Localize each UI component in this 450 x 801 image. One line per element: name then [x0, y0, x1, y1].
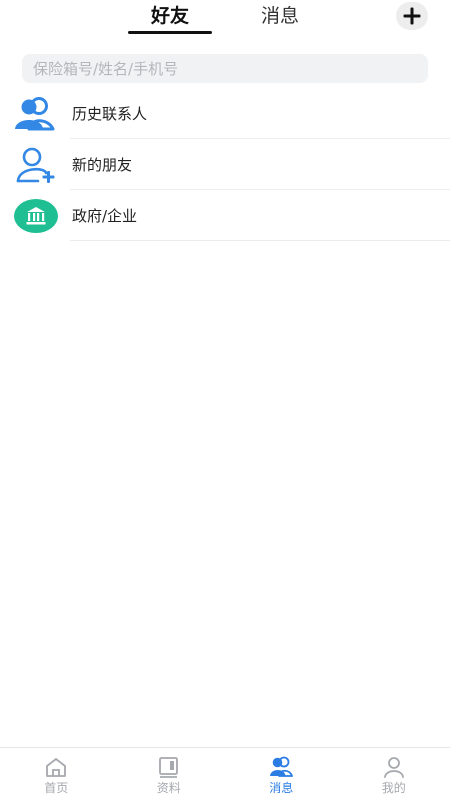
add-friend-icon — [14, 147, 58, 183]
nav-item-profile[interactable]: 我的 — [338, 748, 450, 801]
top-tab-bar: 好友 消息 — [0, 0, 450, 44]
friends-list: 历史联系人 新的朋友 政府/企业 — [0, 88, 450, 241]
home-icon — [44, 756, 68, 778]
bottom-nav: 首页 资料 消息 我的 — [0, 747, 450, 801]
divider — [70, 240, 450, 241]
tab-friends[interactable]: 好友 — [128, 2, 212, 34]
tab-messages-label: 消息 — [261, 5, 299, 27]
government-icon — [14, 198, 58, 234]
active-tab-indicator — [128, 31, 212, 34]
nav-label: 资料 — [113, 779, 226, 796]
list-item-new-friends[interactable]: 新的朋友 — [0, 139, 450, 190]
plus-icon — [402, 6, 422, 26]
list-item-label: 政府/企业 — [72, 205, 137, 226]
search-input[interactable] — [22, 54, 423, 83]
documents-icon — [157, 756, 181, 778]
list-item-government-enterprise[interactable]: 政府/企业 — [0, 190, 450, 241]
nav-item-documents[interactable]: 资料 — [113, 748, 226, 801]
list-item-label: 新的朋友 — [72, 154, 132, 175]
nav-item-messages[interactable]: 消息 — [225, 748, 338, 801]
tab-friends-label: 好友 — [151, 5, 189, 27]
nav-label: 消息 — [225, 779, 338, 796]
profile-icon — [382, 756, 406, 778]
tab-messages[interactable]: 消息 — [245, 2, 315, 34]
nav-item-home[interactable]: 首页 — [0, 748, 113, 801]
list-item-history-contacts[interactable]: 历史联系人 — [0, 88, 450, 139]
contacts-icon — [14, 96, 58, 132]
search-box — [22, 54, 428, 83]
nav-label: 我的 — [338, 779, 450, 796]
list-item-label: 历史联系人 — [72, 103, 147, 124]
nav-label: 首页 — [0, 779, 113, 796]
add-button[interactable] — [396, 2, 428, 30]
messages-icon — [269, 756, 293, 778]
